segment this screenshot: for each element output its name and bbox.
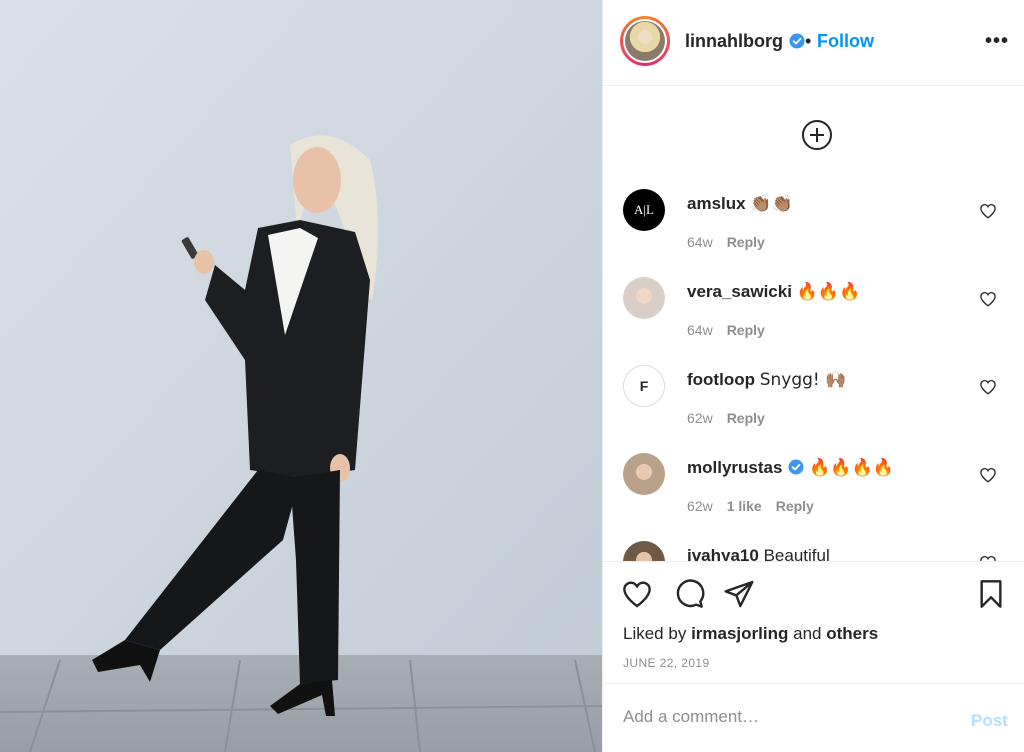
- comment-item: F footloop Snygg! 🙌🏽 62w Reply: [603, 365, 1024, 453]
- comment-item: mollyrustas 🔥🔥🔥🔥 62w 1 like Reply: [603, 453, 1024, 541]
- commenter-username[interactable]: mollyrustas: [687, 458, 782, 477]
- post-comment-button[interactable]: Post: [971, 711, 1008, 731]
- comment-text: amslux 👏🏽👏🏽: [687, 194, 793, 214]
- liked-by-user-link[interactable]: irmasjorling: [691, 624, 788, 643]
- header-separator: •: [805, 31, 812, 51]
- post-photo[interactable]: [0, 0, 602, 752]
- more-options-button[interactable]: •••: [985, 30, 1009, 53]
- add-comment-input[interactable]: [623, 707, 943, 727]
- comment-bubble-icon[interactable]: [673, 578, 705, 610]
- reply-button[interactable]: Reply: [727, 322, 765, 338]
- comment-text: vera_sawicki 🔥🔥🔥: [687, 282, 860, 302]
- comment-age: 62w: [687, 498, 713, 514]
- commenter-avatar-text: A|L: [634, 202, 654, 217]
- likes-summary: Liked by irmasjorling and others: [623, 624, 878, 644]
- verified-badge-icon: [789, 33, 805, 49]
- comment-item: A|L amslux 👏🏽👏🏽 64w Reply: [603, 189, 1024, 277]
- commenter-username[interactable]: vera_sawicki: [687, 282, 792, 301]
- comment-body: 👏🏽👏🏽: [750, 194, 793, 214]
- commenter-username[interactable]: footloop: [687, 370, 755, 389]
- post-actions: Liked by irmasjorling and others JUNE 22…: [603, 561, 1024, 683]
- comment-body: Beautiful: [763, 546, 830, 561]
- commenter-avatar[interactable]: A|L: [623, 189, 665, 231]
- commenter-avatar[interactable]: [623, 277, 665, 319]
- comment-age: 64w: [687, 234, 713, 250]
- comment-item: vera_sawicki 🔥🔥🔥 64w Reply: [603, 277, 1024, 365]
- like-heart-icon[interactable]: [621, 578, 653, 610]
- share-paper-plane-icon[interactable]: [723, 578, 755, 610]
- comment-meta: 62w Reply: [687, 410, 779, 426]
- comment-age: 62w: [687, 410, 713, 426]
- like-comment-heart-icon[interactable]: [979, 466, 997, 484]
- verified-badge-icon: [788, 459, 804, 475]
- commenter-username[interactable]: amslux: [687, 194, 746, 213]
- comment-meta: 64w Reply: [687, 322, 779, 338]
- author-username[interactable]: linnahlborg: [685, 31, 805, 52]
- comment-meta: 64w Reply: [687, 234, 779, 250]
- likes-connector: and: [793, 624, 822, 643]
- post-date[interactable]: JUNE 22, 2019: [623, 656, 710, 670]
- comment-body: 🔥🔥🔥🔥: [809, 458, 894, 478]
- post-photo-illustration: [0, 0, 602, 752]
- avatar-inner: [623, 19, 667, 63]
- commenter-username[interactable]: ivahya10: [687, 546, 759, 561]
- like-comment-heart-icon[interactable]: [979, 290, 997, 308]
- comments-list[interactable]: A|L amslux 👏🏽👏🏽 64w Reply vera_sawicki 🔥🔥…: [603, 87, 1024, 561]
- like-comment-heart-icon[interactable]: [979, 554, 997, 561]
- comment-item: ivahya10 Beautiful: [603, 541, 1024, 561]
- comment-body: Snygg! 🙌🏽: [759, 370, 847, 390]
- comment-text: footloop Snygg! 🙌🏽: [687, 370, 846, 390]
- liked-by-others-link[interactable]: others: [826, 624, 878, 643]
- reply-button[interactable]: Reply: [727, 234, 765, 250]
- reply-button[interactable]: Reply: [727, 410, 765, 426]
- follow-button[interactable]: Follow: [817, 31, 874, 52]
- commenter-avatar[interactable]: [623, 541, 665, 561]
- comment-likes-count[interactable]: 1 like: [727, 498, 762, 514]
- comment-meta: 62w 1 like Reply: [687, 498, 828, 514]
- commenter-avatar[interactable]: F: [623, 365, 665, 407]
- comment-body: 🔥🔥🔥: [796, 282, 861, 302]
- save-bookmark-icon[interactable]: [975, 578, 1007, 610]
- comment-text: mollyrustas 🔥🔥🔥🔥: [687, 458, 894, 478]
- comment-text: ivahya10 Beautiful: [687, 546, 830, 561]
- comment-age: 64w: [687, 322, 713, 338]
- post-details-panel: linnahlborg • Follow ••• A|L amslux 👏🏽👏🏽…: [602, 0, 1024, 752]
- author-avatar[interactable]: [620, 16, 670, 66]
- commenter-avatar-text: F: [639, 378, 649, 394]
- like-comment-heart-icon[interactable]: [979, 202, 997, 220]
- post-header: linnahlborg • Follow •••: [603, 0, 1024, 86]
- avatar-image: [625, 21, 665, 61]
- like-comment-heart-icon[interactable]: [979, 378, 997, 396]
- author-username-text[interactable]: linnahlborg: [685, 31, 783, 51]
- reply-button[interactable]: Reply: [776, 498, 814, 514]
- likes-prefix: Liked by: [623, 624, 687, 643]
- load-more-comments-icon[interactable]: [801, 119, 833, 151]
- add-comment-bar: Post: [603, 683, 1024, 752]
- commenter-avatar[interactable]: [623, 453, 665, 495]
